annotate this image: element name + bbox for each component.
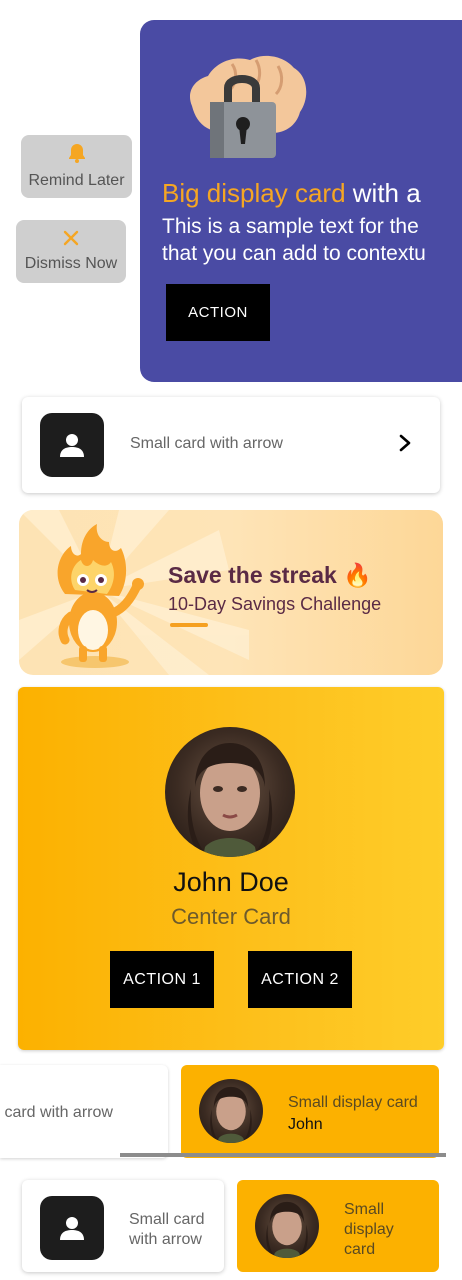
dismiss-now-button[interactable]: Dismiss Now <box>16 220 126 283</box>
avatar-bottom <box>40 1196 104 1260</box>
dismiss-now-label: Dismiss Now <box>24 255 118 272</box>
arrow-card-label: Small card with arrow <box>130 435 283 452</box>
small-display-card-bottom[interactable]: Small display card <box>237 1180 439 1272</box>
flame-mascot <box>57 524 144 668</box>
profile-photo-small <box>199 1079 263 1143</box>
display-card-title: Small display card <box>288 1094 418 1111</box>
profile-photo-bottom <box>255 1194 319 1258</box>
small-card-with-arrow-bottom[interactable]: Small card with arrow <box>22 1180 224 1272</box>
big-display-card[interactable]: Big display card with a This is a sample… <box>140 20 462 382</box>
big-card-description: This is a sample text for the that you c… <box>162 215 426 265</box>
horizontal-scrollbar[interactable] <box>120 1153 446 1157</box>
avatar <box>40 413 104 477</box>
big-card-action-button[interactable]: ACTION <box>166 284 270 341</box>
big-card-title: Big display card with a <box>162 178 421 208</box>
action-2-button[interactable]: ACTION 2 <box>248 951 352 1008</box>
small-card-with-arrow-partial[interactable]: all card with arrow <box>0 1065 168 1158</box>
close-icon <box>63 230 79 251</box>
small-display-card[interactable]: Small display card John <box>181 1065 439 1158</box>
profile-photo <box>165 727 295 857</box>
remind-later-label: Remind Later <box>28 172 125 189</box>
chevron-right-icon <box>399 434 411 452</box>
person-icon <box>60 1217 84 1240</box>
streak-subtitle: 10-Day Savings Challenge <box>168 594 382 614</box>
streak-underline <box>170 623 208 627</box>
streak-title: Save the streak 🔥 <box>168 562 372 588</box>
center-card-subtitle: Center Card <box>171 904 291 929</box>
bottom-display-card-label: Small display card <box>344 1201 394 1258</box>
streak-banner[interactable]: Save the streak 🔥 10-Day Savings Challen… <box>19 510 443 675</box>
small-card-with-arrow[interactable]: Small card with arrow <box>22 397 440 493</box>
display-card-name: John <box>288 1116 323 1133</box>
center-card[interactable]: John Doe Center Card ACTION 1 ACTION 2 <box>18 687 444 1050</box>
remind-later-button[interactable]: Remind Later <box>21 135 132 198</box>
person-icon <box>60 434 84 457</box>
partial-card-label: all card with arrow <box>0 1104 113 1121</box>
bell-icon <box>68 143 86 168</box>
lock-hand-illustration <box>189 55 307 158</box>
profile-name: John Doe <box>173 867 289 897</box>
action-1-button[interactable]: ACTION 1 <box>110 951 214 1008</box>
bottom-arrow-card-label: Small card with arrow <box>129 1211 205 1248</box>
